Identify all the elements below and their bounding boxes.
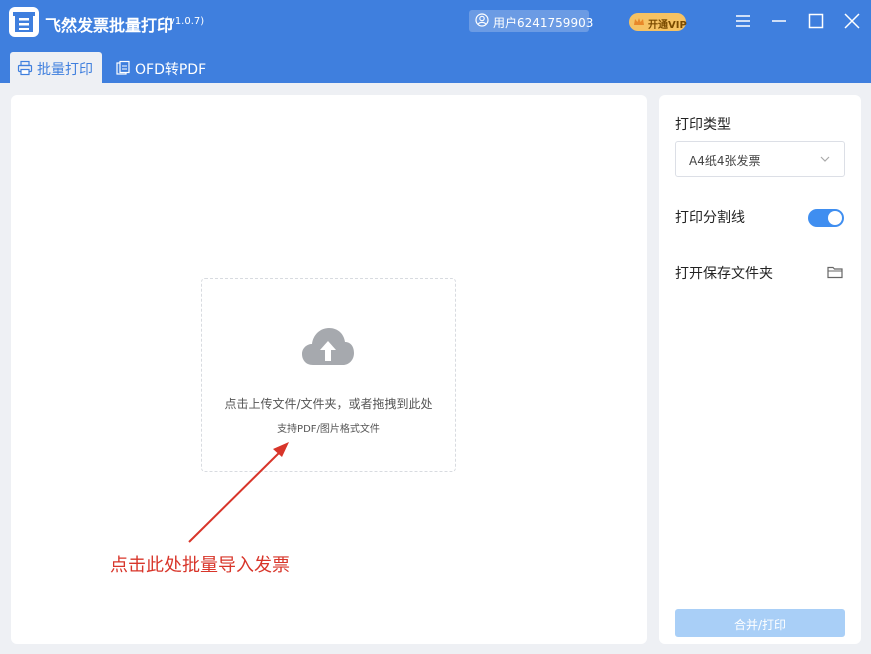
upload-panel: 点击上传文件/文件夹，或者拖拽到此处 支持PDF/图片格式文件 点击此处批量导入… xyxy=(11,95,647,644)
document-convert-icon xyxy=(116,60,130,75)
tab-ofd-to-pdf[interactable]: OFD转PDF xyxy=(108,52,218,83)
tab-label: 批量打印 xyxy=(37,62,93,78)
printer-icon xyxy=(17,60,33,76)
open-vip-button[interactable]: 开通VIP xyxy=(629,13,687,31)
print-type-select[interactable]: A4纸4张发票 xyxy=(675,141,845,177)
toggle-knob xyxy=(828,211,842,225)
annotation-arrow xyxy=(188,442,289,543)
vip-label: 开通VIP xyxy=(648,20,687,31)
app-version: (v1.0.7) xyxy=(165,16,205,27)
tab-label: OFD转PDF xyxy=(135,62,207,78)
open-folder-label: 打开保存文件夹 xyxy=(675,266,773,282)
tab-bar: 批量打印 OFD转PDF xyxy=(0,44,871,83)
title-bar: 飞然发票批量打印 (v1.0.7) 用户6241759903 开通VIP xyxy=(0,0,871,44)
user-account-button[interactable]: 用户6241759903 xyxy=(469,10,593,32)
minimize-icon[interactable] xyxy=(770,12,788,30)
settings-panel: 打印类型 A4纸4张发票 打印分割线 打开保存文件夹 合并/打印 xyxy=(659,95,861,644)
tab-batch-print[interactable]: 批量打印 xyxy=(10,52,102,83)
merge-print-button[interactable]: 合并/打印 xyxy=(675,609,845,637)
annotation-text: 点击此处批量导入发票 xyxy=(110,555,290,576)
receipt-icon xyxy=(13,12,35,32)
maximize-icon[interactable] xyxy=(807,12,825,30)
print-type-value: A4纸4张发票 xyxy=(689,154,761,168)
crown-icon xyxy=(634,18,644,25)
user-label: 用户6241759903 xyxy=(493,16,594,30)
app-title: 飞然发票批量打印 xyxy=(45,16,174,35)
print-type-label: 打印类型 xyxy=(675,117,731,133)
close-icon[interactable] xyxy=(843,12,861,30)
menu-icon[interactable] xyxy=(734,12,752,30)
chevron-down-icon xyxy=(820,156,830,162)
divider-line-toggle[interactable] xyxy=(808,209,844,227)
divider-line-label: 打印分割线 xyxy=(675,210,745,226)
app-logo xyxy=(9,7,39,37)
folder-icon[interactable] xyxy=(827,265,843,279)
user-icon xyxy=(475,13,489,27)
merge-print-label: 合并/打印 xyxy=(733,618,787,632)
